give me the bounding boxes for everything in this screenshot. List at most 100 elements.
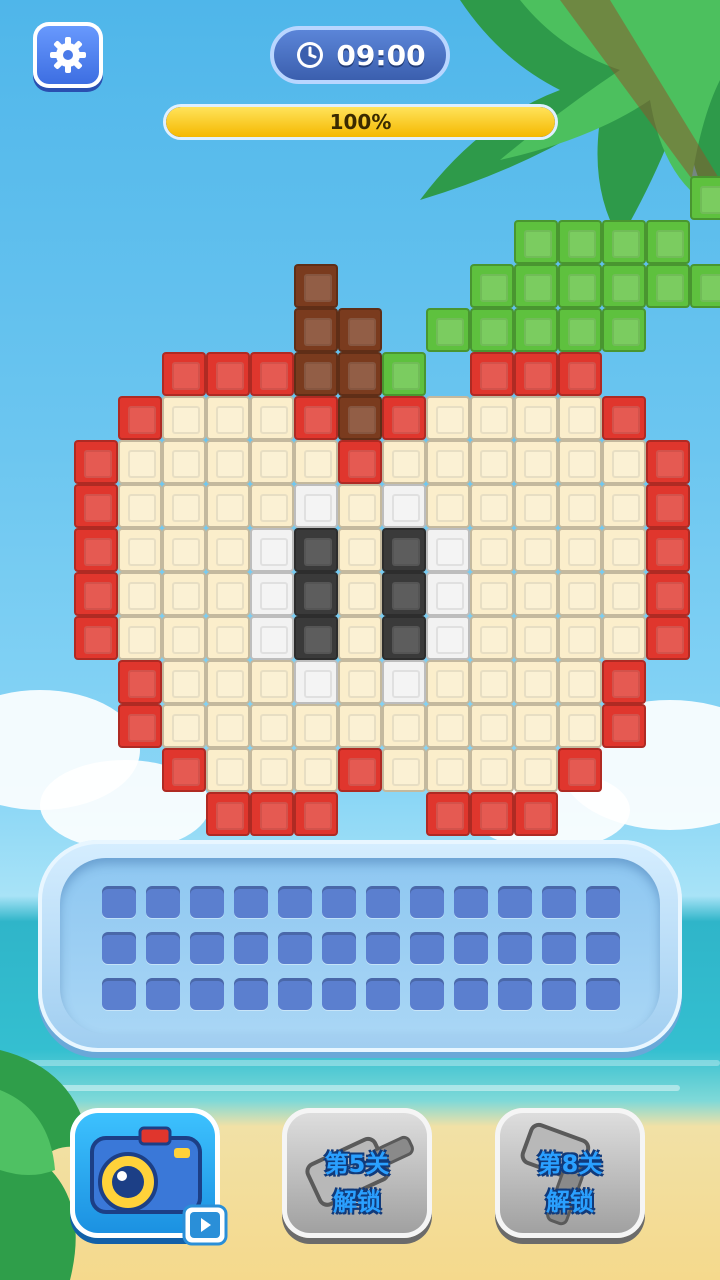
tray-slot[interactable]	[498, 886, 532, 918]
cream-block[interactable]	[162, 572, 206, 616]
cream-block[interactable]	[338, 484, 382, 528]
cream-block[interactable]	[558, 572, 602, 616]
cream-block[interactable]	[162, 704, 206, 748]
red-block[interactable]	[206, 792, 250, 836]
settings-button[interactable]	[33, 22, 103, 88]
tray-slot[interactable]	[234, 886, 268, 918]
tray-slot[interactable]	[366, 886, 400, 918]
tray-slot[interactable]	[366, 978, 400, 1010]
tray-slot[interactable]	[410, 978, 444, 1010]
camera-button[interactable]	[70, 1108, 228, 1246]
cream-block[interactable]	[558, 484, 602, 528]
tray-slot[interactable]	[278, 886, 312, 918]
cream-block[interactable]	[558, 616, 602, 660]
cream-block[interactable]	[250, 396, 294, 440]
black-block[interactable]	[294, 616, 338, 660]
cream-block[interactable]	[382, 440, 426, 484]
cream-block[interactable]	[338, 572, 382, 616]
green-block[interactable]	[514, 264, 558, 308]
tray-slot[interactable]	[190, 978, 224, 1010]
cream-block[interactable]	[514, 660, 558, 704]
tray-slot[interactable]	[454, 886, 488, 918]
red-block[interactable]	[646, 572, 690, 616]
red-block[interactable]	[646, 528, 690, 572]
cream-block[interactable]	[426, 660, 470, 704]
white-block[interactable]	[250, 616, 294, 660]
unlock-level-5-button[interactable]: 第5关 解锁	[282, 1108, 432, 1238]
green-block[interactable]	[690, 264, 720, 308]
red-block[interactable]	[514, 792, 558, 836]
brown-block[interactable]	[338, 396, 382, 440]
cream-block[interactable]	[206, 616, 250, 660]
red-block[interactable]	[382, 396, 426, 440]
red-block[interactable]	[162, 748, 206, 792]
tray-slot[interactable]	[498, 932, 532, 964]
brown-block[interactable]	[338, 352, 382, 396]
black-block[interactable]	[382, 528, 426, 572]
red-block[interactable]	[558, 748, 602, 792]
red-block[interactable]	[294, 792, 338, 836]
cream-block[interactable]	[514, 440, 558, 484]
tray-slot[interactable]	[586, 932, 620, 964]
cream-block[interactable]	[470, 396, 514, 440]
cream-block[interactable]	[514, 616, 558, 660]
red-block[interactable]	[74, 440, 118, 484]
cream-block[interactable]	[514, 748, 558, 792]
cream-block[interactable]	[338, 528, 382, 572]
black-block[interactable]	[294, 528, 338, 572]
cream-block[interactable]	[558, 396, 602, 440]
red-block[interactable]	[602, 396, 646, 440]
cream-block[interactable]	[470, 528, 514, 572]
tray-slot[interactable]	[190, 932, 224, 964]
cream-block[interactable]	[250, 748, 294, 792]
cream-block[interactable]	[426, 484, 470, 528]
green-block[interactable]	[646, 220, 690, 264]
green-block[interactable]	[690, 176, 720, 220]
red-block[interactable]	[118, 396, 162, 440]
red-block[interactable]	[470, 352, 514, 396]
red-block[interactable]	[602, 660, 646, 704]
cream-block[interactable]	[602, 616, 646, 660]
red-block[interactable]	[646, 440, 690, 484]
tray-slot[interactable]	[146, 932, 180, 964]
cream-block[interactable]	[470, 484, 514, 528]
cream-block[interactable]	[250, 660, 294, 704]
tray-slot[interactable]	[542, 978, 576, 1010]
tray-slot[interactable]	[322, 886, 356, 918]
tray-slot[interactable]	[322, 978, 356, 1010]
red-block[interactable]	[294, 396, 338, 440]
red-block[interactable]	[602, 704, 646, 748]
white-block[interactable]	[426, 572, 470, 616]
cream-block[interactable]	[470, 440, 514, 484]
green-block[interactable]	[558, 308, 602, 352]
cream-block[interactable]	[206, 660, 250, 704]
tray-slot[interactable]	[410, 932, 444, 964]
cream-block[interactable]	[338, 660, 382, 704]
cream-block[interactable]	[426, 748, 470, 792]
white-block[interactable]	[250, 572, 294, 616]
green-block[interactable]	[470, 308, 514, 352]
green-block[interactable]	[558, 264, 602, 308]
black-block[interactable]	[294, 572, 338, 616]
tray-slot[interactable]	[586, 886, 620, 918]
red-block[interactable]	[470, 792, 514, 836]
white-block[interactable]	[382, 484, 426, 528]
red-block[interactable]	[646, 484, 690, 528]
green-block[interactable]	[602, 220, 646, 264]
red-block[interactable]	[162, 352, 206, 396]
red-block[interactable]	[74, 528, 118, 572]
cream-block[interactable]	[206, 704, 250, 748]
tray-slot[interactable]	[102, 978, 136, 1010]
cream-block[interactable]	[118, 528, 162, 572]
cream-block[interactable]	[602, 572, 646, 616]
red-block[interactable]	[118, 704, 162, 748]
brown-block[interactable]	[294, 352, 338, 396]
tray-slot[interactable]	[102, 932, 136, 964]
tray-slot[interactable]	[322, 932, 356, 964]
cream-block[interactable]	[514, 572, 558, 616]
cream-block[interactable]	[338, 616, 382, 660]
cream-block[interactable]	[514, 528, 558, 572]
cream-block[interactable]	[162, 484, 206, 528]
cream-block[interactable]	[514, 704, 558, 748]
cream-block[interactable]	[206, 484, 250, 528]
